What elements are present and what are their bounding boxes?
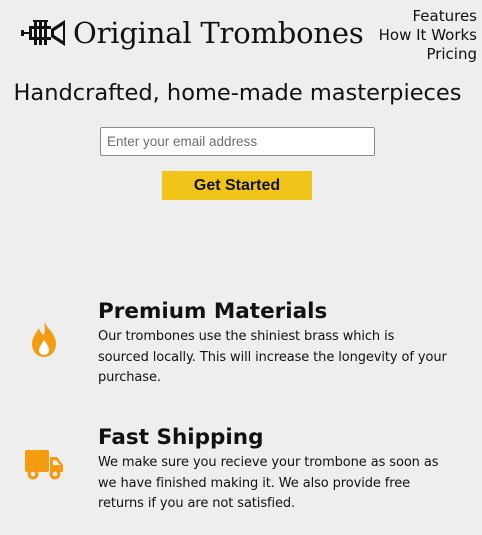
feature-title: Premium Materials xyxy=(98,299,328,324)
feature-description: Our trombones use the shiniest brass whi… xyxy=(98,327,478,389)
flame-icon xyxy=(32,321,56,357)
logo-text[interactable]: Original Trombones xyxy=(73,14,364,52)
nav-link-how-it-works[interactable]: How It Works xyxy=(379,26,477,45)
main-nav: Features How It Works Pricing xyxy=(379,7,477,64)
email-input[interactable] xyxy=(100,127,375,156)
feature-fast-shipping: Fast Shipping We make sure you recieve y… xyxy=(0,424,482,514)
get-started-button[interactable]: Get Started xyxy=(162,171,312,200)
feature-description-line: purchase. xyxy=(98,370,161,385)
feature-description-line: Our trombones use the shiniest brass whi… xyxy=(98,329,395,344)
nav-link-features[interactable]: Features xyxy=(379,7,478,26)
feature-premium-materials: Premium Materials Our trombones use the … xyxy=(0,298,482,388)
feature-description-line: returns if you are not satisfied. xyxy=(98,496,296,511)
feature-description-line: we have finished making it. We also prov… xyxy=(98,475,411,491)
truck-icon xyxy=(25,450,63,480)
feature-description: We make sure you recieve your trombone a… xyxy=(98,453,478,515)
feature-description-line: We make sure you recieve your trombone a… xyxy=(98,455,439,470)
trumpet-icon xyxy=(21,20,65,46)
hero-title: Handcrafted, home-made masterpieces xyxy=(13,80,462,106)
nav-link-pricing[interactable]: Pricing xyxy=(379,45,477,64)
feature-description-line: sourced locally. This will increase the … xyxy=(98,349,447,365)
feature-title: Fast Shipping xyxy=(98,425,264,450)
